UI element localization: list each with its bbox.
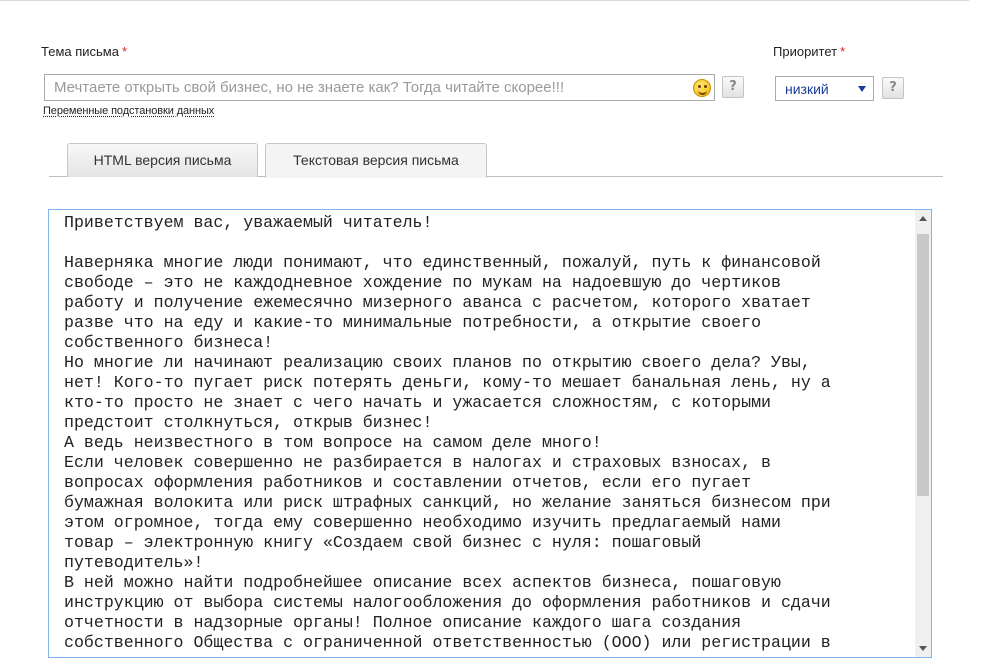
priority-selected-value: низкий	[785, 81, 829, 97]
subject-label: Тема письма *	[41, 44, 127, 59]
priority-select[interactable]: низкий	[775, 76, 874, 101]
top-divider	[0, 0, 969, 1]
tab-html-version[interactable]: HTML версия письма	[67, 143, 258, 177]
variables-link[interactable]: Переменные подстановки данных	[43, 105, 214, 117]
scrollbar-thumb[interactable]	[917, 234, 929, 496]
chevron-down-icon	[858, 86, 866, 92]
message-textarea[interactable]: Приветствуем вас, уважаемый читатель! На…	[49, 210, 915, 657]
required-asterisk: *	[121, 44, 128, 59]
subject-label-text: Тема письма	[41, 44, 119, 59]
priority-help-button[interactable]: ?	[882, 77, 904, 99]
smiley-icon[interactable]	[693, 79, 711, 97]
vertical-scrollbar[interactable]	[915, 210, 931, 657]
subject-help-button[interactable]: ?	[722, 76, 744, 98]
scroll-down-arrow-icon[interactable]	[915, 641, 931, 657]
subject-field[interactable]	[44, 74, 715, 101]
priority-label-text: Приоритет	[773, 44, 838, 59]
required-asterisk: *	[840, 44, 846, 59]
scroll-up-arrow-icon[interactable]	[915, 210, 931, 226]
tab-text-version[interactable]: Текстовая версия письма	[265, 143, 487, 178]
priority-label: Приоритет *	[773, 44, 845, 59]
text-editor: Приветствуем вас, уважаемый читатель! На…	[48, 209, 932, 658]
subject-input[interactable]	[45, 75, 685, 100]
